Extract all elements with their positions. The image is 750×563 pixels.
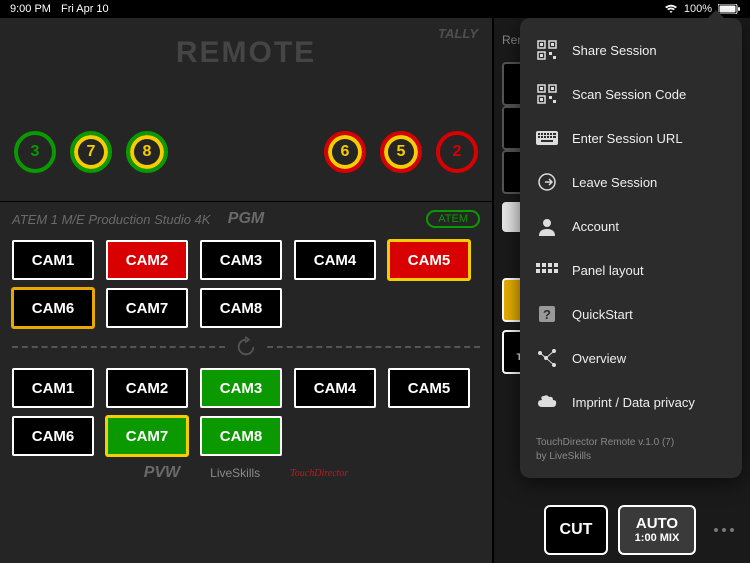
tally-6[interactable]: 6 xyxy=(324,131,366,173)
tally-heading: TALLY xyxy=(438,26,478,41)
quickstart-icon: ? xyxy=(536,303,558,325)
account-icon xyxy=(536,215,558,237)
divider xyxy=(12,346,225,348)
cam-button-cam2[interactable]: CAM2 xyxy=(106,368,188,408)
tally-2[interactable]: 2 xyxy=(436,131,478,173)
atem-badge: ATEM xyxy=(426,210,480,228)
cam-button-cam3[interactable]: CAM3 xyxy=(200,240,282,280)
overview-icon xyxy=(536,347,558,369)
menu-item-label: QuickStart xyxy=(572,307,633,322)
status-date: Fri Apr 10 xyxy=(61,3,109,15)
menu-item-label: Scan Session Code xyxy=(572,87,686,102)
menu-item-account[interactable]: Account xyxy=(520,204,742,248)
cam-button-cam7[interactable]: CAM7 xyxy=(106,416,188,456)
device-name: ATEM 1 M/E Production Studio 4K xyxy=(12,212,210,227)
cam-button-cam3[interactable]: CAM3 xyxy=(200,368,282,408)
menu-item-label: Overview xyxy=(572,351,626,366)
menu-item-label: Share Session xyxy=(572,43,657,58)
menu-item-label: Enter Session URL xyxy=(572,131,683,146)
menu-item-label: Leave Session xyxy=(572,175,657,190)
cam-button-cam7[interactable]: CAM7 xyxy=(106,288,188,328)
main-panel: TALLY REMOTE 378 652 ATEM 1 M/E Producti… xyxy=(0,18,492,563)
menu-popover: Share Session Scan Session Code Enter Sess… xyxy=(520,18,742,478)
tally-3[interactable]: 3 xyxy=(14,131,56,173)
menu-item-leave-session[interactable]: Leave Session xyxy=(520,160,742,204)
svg-text:?: ? xyxy=(543,307,551,322)
cam-button-cam4[interactable]: CAM4 xyxy=(294,240,376,280)
tally-7[interactable]: 7 xyxy=(70,131,112,173)
cam-button-cam6[interactable]: CAM6 xyxy=(12,416,94,456)
menu-item-label: Account xyxy=(572,219,619,234)
status-time: 9:00 PM xyxy=(10,3,51,15)
menu-item-overview[interactable]: Overview xyxy=(520,336,742,380)
cam-button-cam5[interactable]: CAM5 xyxy=(388,240,470,280)
refresh-icon[interactable] xyxy=(235,336,257,358)
leave-icon xyxy=(536,171,558,193)
liveskills-label: LiveSkills xyxy=(210,466,260,480)
keyboard-icon xyxy=(536,127,558,149)
divider xyxy=(267,346,480,348)
statusbar: 9:00 PM Fri Apr 10 100% xyxy=(0,0,750,18)
qr-icon xyxy=(536,83,558,105)
privacy-icon xyxy=(536,391,558,413)
cam-button-cam8[interactable]: CAM8 xyxy=(200,416,282,456)
menu-item-imprint-data-privacy[interactable]: Imprint / Data privacy xyxy=(520,380,742,424)
cam-button-cam2[interactable]: CAM2 xyxy=(106,240,188,280)
tally-5[interactable]: 5 xyxy=(380,131,422,173)
pgm-label: PGM xyxy=(228,210,264,228)
cam-button-cam5[interactable]: CAM5 xyxy=(388,368,470,408)
cam-button-cam1[interactable]: CAM1 xyxy=(12,240,94,280)
remote-title: REMOTE xyxy=(176,36,316,70)
menu-item-enter-session-url[interactable]: Enter Session URL xyxy=(520,116,742,160)
menu-item-label: Panel layout xyxy=(572,263,644,278)
menu-item-quickstart[interactable]: ? QuickStart xyxy=(520,292,742,336)
qr-icon xyxy=(536,39,558,61)
cam-button-cam1[interactable]: CAM1 xyxy=(12,368,94,408)
menu-item-scan-session-code[interactable]: Scan Session Code xyxy=(520,72,742,116)
menu-footer: TouchDirector Remote v.1.0 (7) by LiveSk… xyxy=(520,424,742,468)
auto-button[interactable]: AUTO 1:00 MIX xyxy=(618,505,696,555)
touchdirector-label: TouchDirector xyxy=(290,468,348,479)
layout-icon xyxy=(536,259,558,281)
wifi-icon xyxy=(664,4,678,14)
menu-item-label: Imprint / Data privacy xyxy=(572,395,695,410)
switcher-panel: ATEM 1 M/E Production Studio 4K PGM ATEM… xyxy=(0,202,492,563)
tally-8[interactable]: 8 xyxy=(126,131,168,173)
menu-item-panel-layout[interactable]: Panel layout xyxy=(520,248,742,292)
cut-button[interactable]: CUT xyxy=(544,505,608,555)
more-icon[interactable] xyxy=(714,528,734,532)
cam-button-cam8[interactable]: CAM8 xyxy=(200,288,282,328)
menu-item-share-session[interactable]: Share Session xyxy=(520,28,742,72)
remote-panel: TALLY REMOTE 378 652 xyxy=(0,18,492,202)
pvw-label: PVW xyxy=(144,464,180,482)
cam-button-cam4[interactable]: CAM4 xyxy=(294,368,376,408)
cam-button-cam6[interactable]: CAM6 xyxy=(12,288,94,328)
